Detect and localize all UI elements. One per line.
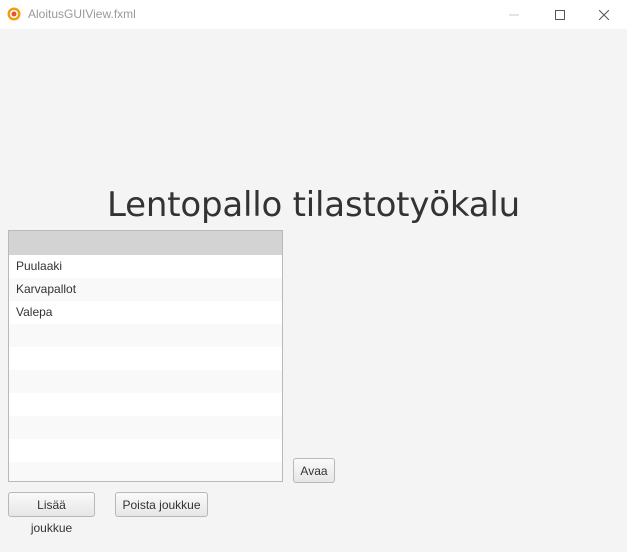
list-item-empty — [9, 347, 282, 370]
remove-team-button[interactable]: Poista joukkue — [115, 492, 208, 517]
list-item-empty — [9, 324, 282, 347]
team-list-header — [9, 231, 282, 255]
minimize-icon — [509, 14, 519, 15]
list-item-empty — [9, 462, 282, 481]
close-icon — [599, 9, 609, 20]
list-item-empty — [9, 370, 282, 393]
close-button[interactable] — [581, 0, 627, 29]
team-list[interactable]: Puulaaki Karvapallot Valepa — [8, 230, 283, 482]
list-item[interactable]: Puulaaki — [9, 255, 282, 278]
window-title: AloitusGUIView.fxml — [28, 7, 136, 21]
maximize-button[interactable] — [537, 0, 583, 29]
open-button[interactable]: Avaa — [293, 458, 335, 483]
list-item-empty — [9, 416, 282, 439]
maximize-icon — [555, 9, 565, 20]
page-title: Lentopallo tilastotyökalu — [107, 185, 520, 225]
window-titlebar: AloitusGUIView.fxml — [0, 0, 627, 29]
java-app-icon — [7, 7, 21, 21]
add-team-button[interactable]: Lisää joukkue — [8, 492, 95, 535]
list-item-empty — [9, 393, 282, 416]
minimize-button[interactable] — [491, 0, 537, 29]
list-item-empty — [9, 439, 282, 462]
list-item[interactable]: Valepa — [9, 301, 282, 324]
list-item[interactable]: Karvapallot — [9, 278, 282, 301]
